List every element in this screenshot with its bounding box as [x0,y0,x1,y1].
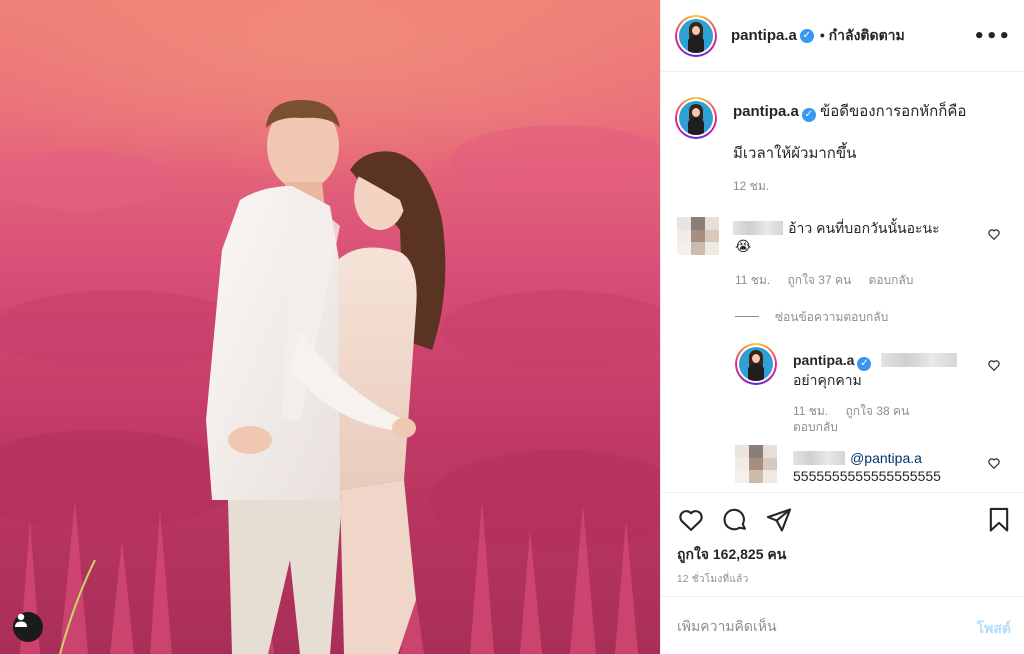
reply2-text: 5555555555555555555 [793,468,941,484]
likes-count[interactable]: ถูกใจ 162,825 คน [677,544,786,566]
verified-icon: ✓ [801,108,816,122]
post-comment-button[interactable]: โพสต์ [977,618,1011,640]
reply2-mention[interactable]: @pantipa.a [850,450,922,466]
caption-line-2: มีเวลาให้ผัวมากขึ้น [733,145,857,162]
comment-input[interactable] [677,617,947,634]
post-time-ago: 12 ชั่วโมงที่แล้ว [677,574,749,585]
reply-time: 11 ชม. [793,404,829,418]
comment-username-blurred[interactable] [733,221,783,235]
caption-username[interactable]: pantipa.a [733,103,799,120]
hide-replies-button[interactable]: ซ่อนข้อความตอบกลับ [735,308,888,327]
comment-composer: โพสต์ [661,596,1024,654]
reply-like-heart-icon[interactable] [987,358,1001,372]
following-status[interactable]: • กำลังติดตาม [820,25,905,47]
save-bookmark-icon[interactable] [985,506,1013,534]
reply2-username-blurred[interactable] [793,451,845,465]
reply-body: pantipa.a ✓ [793,350,957,371]
comment-emoji: 😭 [735,239,752,255]
reply-meta: 11 ชม. ถูกใจ 38 คน ตอบกลับ [793,403,973,435]
caption-time: 12 ชม. [733,179,770,193]
comment-text: อ้าว คนที่บอกวันนั้นอะนะ [788,220,940,236]
user-icon [15,613,27,627]
more-options-icon[interactable]: ••• [973,26,1011,47]
like-heart-icon[interactable] [677,506,705,534]
comment-avatar[interactable] [677,217,719,255]
reply-reply-button[interactable]: ตอบกลับ [793,420,838,434]
verified-icon: ✓ [857,357,872,371]
share-icon[interactable] [765,506,793,534]
verified-icon: ✓ [799,28,814,43]
comment-reply-button[interactable]: ตอบกลับ [869,273,914,287]
reply-username[interactable]: pantipa.a [793,352,854,368]
caption-line-1: ข้อดีของการอกหักก็คือ [820,103,967,120]
comment-body: อ้าว คนที่บอกวันนั้นอะนะ [733,218,940,240]
author-avatar[interactable] [675,14,717,57]
reply2-body: @pantipa.a [793,448,922,467]
photo-scene [0,100,660,654]
comment-icon[interactable] [721,506,749,534]
reply-text: อย่าคุกคาม [793,372,862,388]
post-photo[interactable] [0,0,660,654]
tagged-users-button[interactable] [13,612,43,642]
mentioned-user-blurred[interactable] [880,353,957,367]
caption-avatar[interactable] [675,97,717,139]
comments-list[interactable]: pantipa.a ✓ ข้อดีของการอกหักก็คือ มีเวลาใ… [661,73,1024,491]
comment-time: 11 ชม. [735,273,771,287]
reply-avatar[interactable] [735,343,777,385]
comment-like-heart-icon[interactable] [987,227,1001,241]
reply-likes[interactable]: ถูกใจ 38 คน [846,404,910,418]
author-username[interactable]: pantipa.a [731,27,797,44]
comment-likes[interactable]: ถูกใจ 37 คน [788,273,852,287]
comment-meta: 11 ชม. ถูกใจ 37 คน ตอบกลับ [735,271,927,290]
post-header: pantipa.a ✓ • กำลังติดตาม ••• [661,0,1024,72]
caption: pantipa.a ✓ ข้อดีของการอกหักก็คือ [733,102,993,122]
post-side-panel: pantipa.a ✓ • กำลังติดตาม ••• pantipa.a ✓… [660,0,1024,654]
reply2-avatar[interactable] [735,445,777,483]
reply2-like-heart-icon[interactable] [987,456,1001,470]
post-actions: ถูกใจ 162,825 คน 12 ชั่วโมงที่แล้ว [661,492,1024,595]
